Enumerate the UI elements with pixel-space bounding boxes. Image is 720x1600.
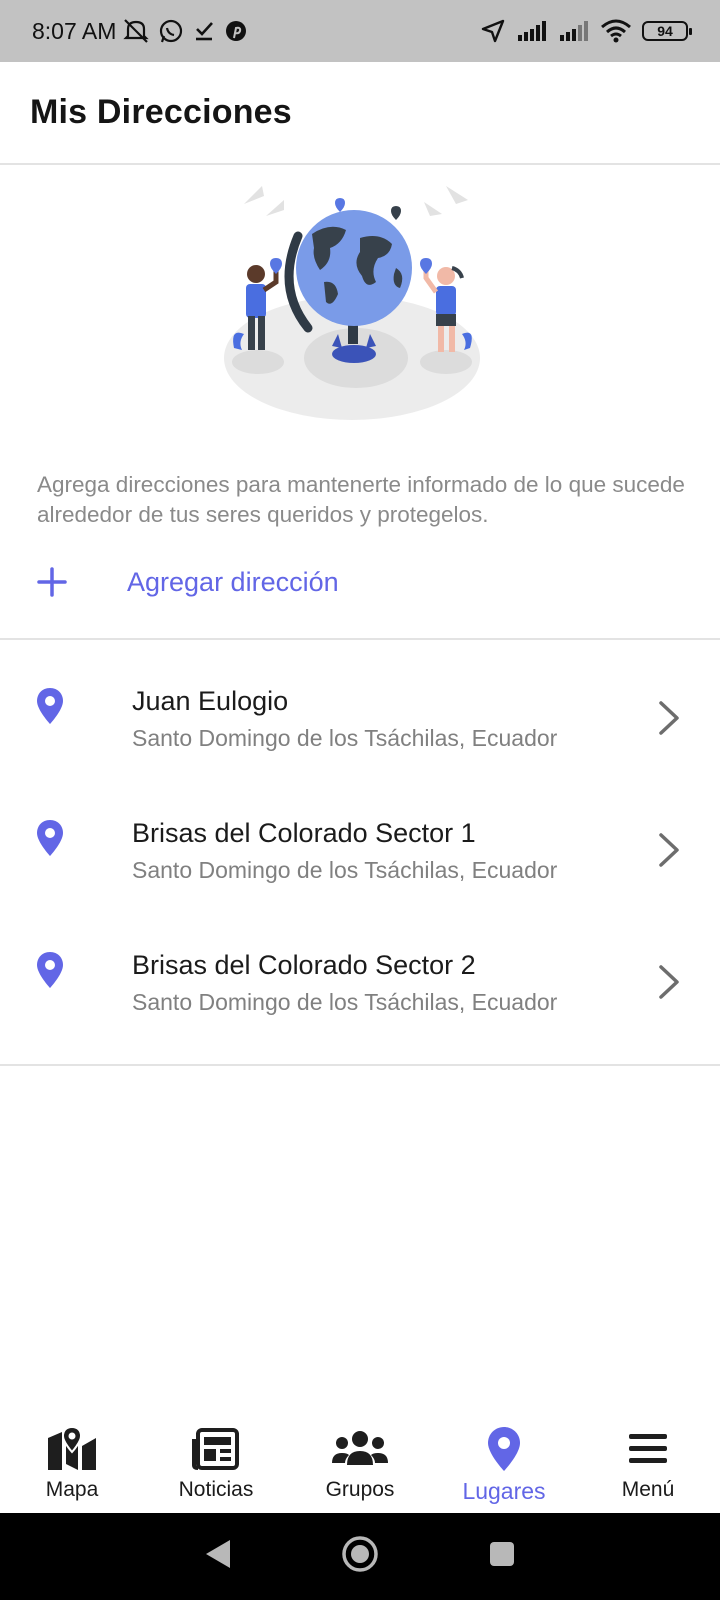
nav-label: Lugares <box>462 1478 546 1504</box>
address-item[interactable]: Brisas del Colorado Sector 1 Santo Domin… <box>0 774 720 906</box>
app-header: Mis Direcciones <box>0 62 720 165</box>
chevron-right-icon <box>658 700 680 741</box>
signal-icon <box>516 20 548 42</box>
add-address-label: Agregar dirección <box>127 566 339 597</box>
nav-item-noticias[interactable]: Noticias <box>144 1408 288 1513</box>
pinterest-icon <box>224 19 248 43</box>
newspaper-icon <box>192 1426 240 1472</box>
back-icon[interactable] <box>204 1538 232 1575</box>
nav-item-grupos[interactable]: Grupos <box>288 1408 432 1513</box>
address-item[interactable]: Juan Eulogio Santo Domingo de los Tsáchi… <box>0 642 720 774</box>
location-arrow-icon <box>480 18 506 44</box>
globe-illustration <box>220 178 500 433</box>
menu-icon <box>627 1426 669 1472</box>
address-region: Santo Domingo de los Tsáchilas, Ecuador <box>132 857 558 883</box>
address-text: Brisas del Colorado Sector 2 Santo Domin… <box>132 948 557 1016</box>
nav-label: Menú <box>621 1478 675 1501</box>
addresses-description: Agrega direcciones para mantenerte infor… <box>37 472 685 527</box>
address-item[interactable]: Brisas del Colorado Sector 2 Santo Domin… <box>0 906 720 1038</box>
signal-icon <box>558 20 590 42</box>
nav-label: Mapa <box>45 1478 99 1501</box>
recents-icon[interactable] <box>488 1540 516 1573</box>
nav-label: Grupos <box>325 1478 395 1501</box>
address-name: Brisas del Colorado Sector 2 <box>132 950 476 980</box>
address-region: Santo Domingo de los Tsáchilas, Ecuador <box>132 725 558 751</box>
address-text: Brisas del Colorado Sector 1 Santo Domin… <box>132 816 557 884</box>
plus-icon <box>0 566 110 598</box>
map-icon <box>46 1426 98 1472</box>
mute-icon <box>122 18 150 44</box>
address-region: Santo Domingo de los Tsáchilas, Ecuador <box>132 989 558 1015</box>
whatsapp-icon <box>158 18 184 44</box>
divider <box>0 1064 720 1066</box>
location-pin-icon <box>36 687 64 730</box>
nav-item-menu[interactable]: Menú <box>576 1408 720 1513</box>
nav-item-lugares[interactable]: Lugares <box>432 1408 576 1513</box>
add-address-button[interactable]: Agregar dirección <box>0 552 720 612</box>
nav-item-mapa[interactable]: Mapa <box>0 1408 144 1513</box>
status-bar: 8:07 AM 94 <box>0 0 720 62</box>
battery-level: 94 <box>657 23 673 39</box>
address-list: Juan Eulogio Santo Domingo de los Tsáchi… <box>0 642 720 1038</box>
system-nav-bar <box>0 1513 720 1600</box>
status-left-icons <box>122 18 248 44</box>
location-pin-icon <box>36 819 64 862</box>
status-right-icons: 94 <box>480 18 692 44</box>
home-icon[interactable] <box>341 1535 379 1578</box>
address-name: Brisas del Colorado Sector 1 <box>132 818 476 848</box>
chevron-right-icon <box>658 832 680 873</box>
location-pin-icon <box>487 1426 521 1472</box>
divider <box>0 638 720 640</box>
address-name: Juan Eulogio <box>132 686 289 716</box>
wifi-icon <box>600 19 632 43</box>
battery-icon: 94 <box>642 21 692 41</box>
status-time: 8:07 AM <box>32 17 117 44</box>
page-title: Mis Direcciones <box>30 93 292 131</box>
nav-label: Noticias <box>178 1478 254 1501</box>
bottom-nav: Mapa Noticias Grupos Lugares Menú <box>0 1408 720 1513</box>
location-pin-icon <box>36 951 64 994</box>
checkmark-icon <box>192 19 216 43</box>
address-text: Juan Eulogio Santo Domingo de los Tsáchi… <box>132 684 557 752</box>
chevron-right-icon <box>658 964 680 1005</box>
users-icon <box>331 1426 389 1472</box>
